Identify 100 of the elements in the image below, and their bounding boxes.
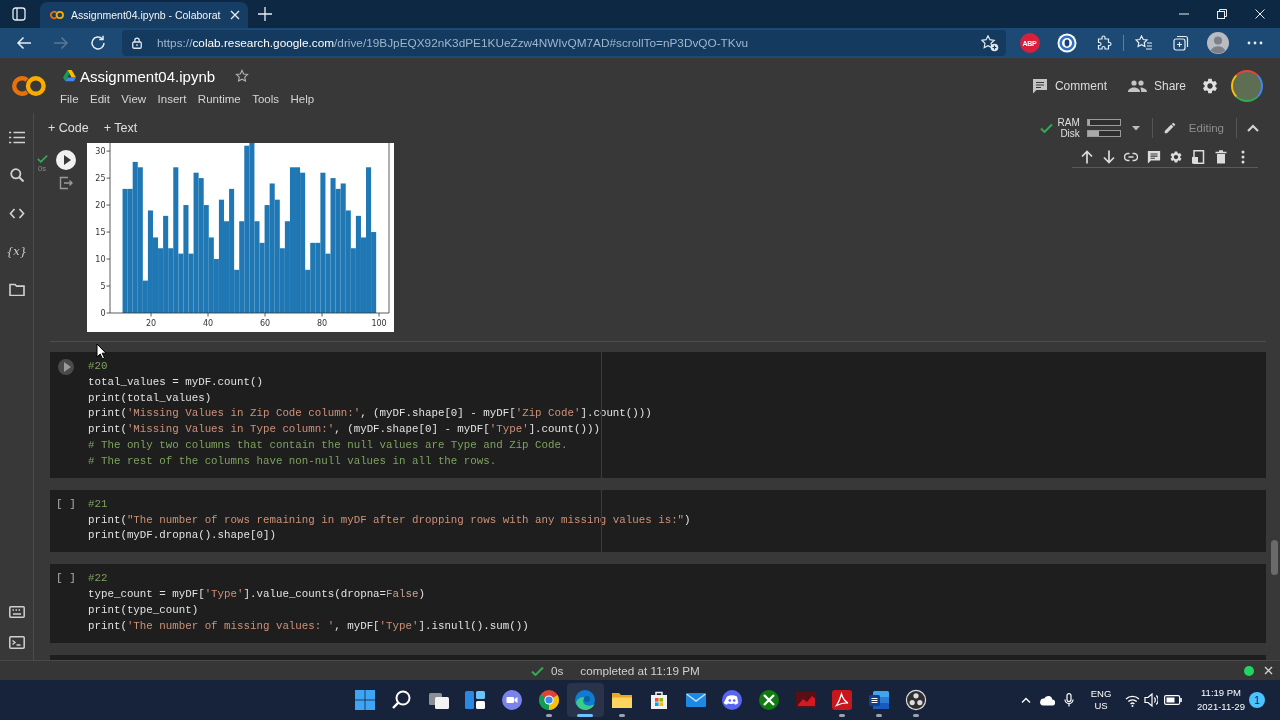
profile-icon[interactable] bbox=[1206, 32, 1229, 54]
acrobat-icon[interactable] bbox=[831, 689, 854, 711]
star-icon[interactable] bbox=[235, 69, 250, 83]
play-icon bbox=[63, 155, 71, 165]
run-button[interactable] bbox=[56, 150, 76, 170]
taskbar-button[interactable] bbox=[567, 683, 604, 717]
wifi-icon[interactable] bbox=[1125, 693, 1140, 707]
puzzle-icon[interactable] bbox=[1095, 35, 1112, 51]
restore-icon[interactable] bbox=[1217, 9, 1227, 19]
play-icon bbox=[63, 362, 71, 372]
colab-logo-icon[interactable] bbox=[12, 73, 46, 98]
y-tick-label: 20 bbox=[95, 201, 106, 211]
box-arrow-icon[interactable] bbox=[59, 176, 73, 190]
folder-icon[interactable] bbox=[8, 282, 25, 296]
plus-icon[interactable] bbox=[258, 7, 273, 21]
cloud-icon[interactable] bbox=[1039, 694, 1055, 706]
ring-extension-icon[interactable] bbox=[1056, 33, 1077, 53]
refresh-icon[interactable] bbox=[89, 35, 106, 51]
discord-icon[interactable] bbox=[721, 689, 744, 711]
battery-icon[interactable] bbox=[1164, 695, 1182, 705]
close-icon[interactable] bbox=[1255, 9, 1265, 19]
arrow-up-icon[interactable] bbox=[1079, 149, 1094, 164]
trash-icon[interactable] bbox=[1213, 149, 1228, 164]
variables-button[interactable]: {x} bbox=[5, 244, 28, 258]
avatar[interactable] bbox=[1231, 69, 1263, 102]
x-tick-label: 80 bbox=[316, 318, 328, 328]
xbox-icon[interactable] bbox=[757, 689, 780, 711]
running-indicator-icon bbox=[577, 714, 594, 717]
menu-item[interactable]: File bbox=[60, 93, 79, 105]
code-line: print(myDF.dropna().shape[0]) bbox=[88, 528, 277, 544]
menu-item[interactable]: Insert bbox=[157, 93, 187, 105]
chevron-up-icon[interactable] bbox=[1247, 124, 1259, 132]
code-cell[interactable]: [ ] #22 type_count = myDF['Type'].value_counts(dropna=False) print(type_count) print('The number of missing values: ', myDF['Type'].isnull().sum()) bbox=[50, 564, 1266, 643]
word-icon[interactable] bbox=[867, 689, 890, 711]
browser-tab[interactable]: Assignment04.ipynb - Colaborat bbox=[40, 2, 249, 28]
mode-button[interactable]: Editing bbox=[1162, 121, 1224, 135]
run-button[interactable] bbox=[58, 359, 74, 375]
overlapping-squares-icon[interactable] bbox=[1191, 149, 1206, 164]
settings-icon[interactable] bbox=[1201, 76, 1219, 95]
code-line: # The rest of the columns have non-null values in all the rows. bbox=[88, 453, 498, 469]
menu-item[interactable]: Tools bbox=[252, 93, 280, 105]
code-line: # The only two columns that contain the null values are Type and Zip Code. bbox=[88, 438, 569, 454]
command-palette-icon[interactable] bbox=[8, 606, 25, 618]
terminal-icon[interactable] bbox=[8, 635, 25, 649]
more-vertical-icon[interactable] bbox=[1240, 149, 1245, 164]
code-cell[interactable] bbox=[50, 352, 1266, 478]
menu-item[interactable]: Help bbox=[290, 93, 315, 105]
chat-icon[interactable] bbox=[501, 689, 524, 711]
running-indicator-icon bbox=[875, 714, 882, 717]
close-icon[interactable] bbox=[230, 10, 241, 20]
cell-prompt[interactable]: [ ] bbox=[56, 571, 76, 588]
y-tick-label: 0 bbox=[100, 309, 106, 318]
output-cell[interactable]: 20 40 60 80 100 0 5 10 15 20 25 30 bbox=[50, 143, 1266, 342]
lock-icon[interactable] bbox=[132, 37, 142, 49]
mouse-pointer-icon bbox=[96, 343, 107, 360]
drive-icon bbox=[63, 70, 76, 82]
search-icon[interactable] bbox=[9, 168, 24, 182]
x-tick-label: 40 bbox=[202, 318, 214, 328]
more-icon[interactable] bbox=[1246, 41, 1263, 45]
speaker-icon[interactable] bbox=[1144, 693, 1158, 707]
share-button[interactable]: Share bbox=[1127, 71, 1186, 100]
settings-icon[interactable] bbox=[1168, 149, 1183, 164]
comment-icon bbox=[1031, 77, 1048, 94]
obs-icon[interactable] bbox=[904, 689, 927, 711]
microphone-icon[interactable] bbox=[1064, 693, 1074, 707]
add-text-button[interactable]: + Text bbox=[99, 117, 142, 139]
people-icon bbox=[1127, 79, 1147, 92]
language-button[interactable]: ENG US bbox=[1089, 688, 1113, 712]
collections-icon[interactable] bbox=[1172, 35, 1189, 51]
favorites-icon[interactable] bbox=[1134, 35, 1153, 51]
notification-badge[interactable]: 1 bbox=[1249, 692, 1265, 708]
x-tick-label: 20 bbox=[145, 318, 157, 328]
x-tick-label: 100 bbox=[371, 318, 387, 328]
clock-button[interactable]: 11:19 PM 2021-11-29 bbox=[1195, 686, 1247, 714]
close-icon[interactable] bbox=[1264, 666, 1273, 675]
add-code-button[interactable]: + Code bbox=[44, 117, 93, 139]
menu-item[interactable]: Edit bbox=[90, 93, 110, 105]
menu-item[interactable]: View bbox=[121, 93, 147, 105]
star-plus-icon[interactable] bbox=[981, 34, 999, 52]
picture-tile-icon[interactable] bbox=[794, 689, 817, 711]
widgets-icon[interactable] bbox=[464, 689, 487, 711]
y-tick-label: 5 bbox=[100, 282, 106, 291]
comment-icon[interactable] bbox=[1146, 149, 1161, 164]
scrollbar[interactable] bbox=[1271, 540, 1278, 575]
edge-icon[interactable] bbox=[574, 689, 597, 711]
run-duration: 0s bbox=[551, 664, 564, 677]
running-indicator-icon bbox=[545, 714, 552, 717]
chrome-icon[interactable] bbox=[537, 689, 560, 711]
start-icon[interactable] bbox=[354, 689, 377, 711]
cell-prompt[interactable]: [ ] bbox=[56, 496, 76, 513]
caret-down-icon[interactable] bbox=[1131, 125, 1140, 131]
arrow-down-icon[interactable] bbox=[1102, 149, 1117, 164]
notebook-title[interactable]: Assignment04.ipynb bbox=[80, 67, 216, 85]
back-icon[interactable] bbox=[15, 36, 32, 50]
list-icon[interactable] bbox=[8, 130, 25, 144]
address-bar[interactable]: https://colab.research.google.com/drive/19BJpEQX92nK3dPE1KUeZzw4NWIvQM7AD#scrollTo=nP3DvQO-TKvu bbox=[122, 30, 1006, 56]
tab-actions-icon[interactable] bbox=[12, 7, 26, 21]
code-icon[interactable] bbox=[8, 207, 25, 219]
comment-button[interactable]: Comment bbox=[1031, 71, 1107, 100]
menu-item[interactable]: Runtime bbox=[197, 93, 241, 105]
